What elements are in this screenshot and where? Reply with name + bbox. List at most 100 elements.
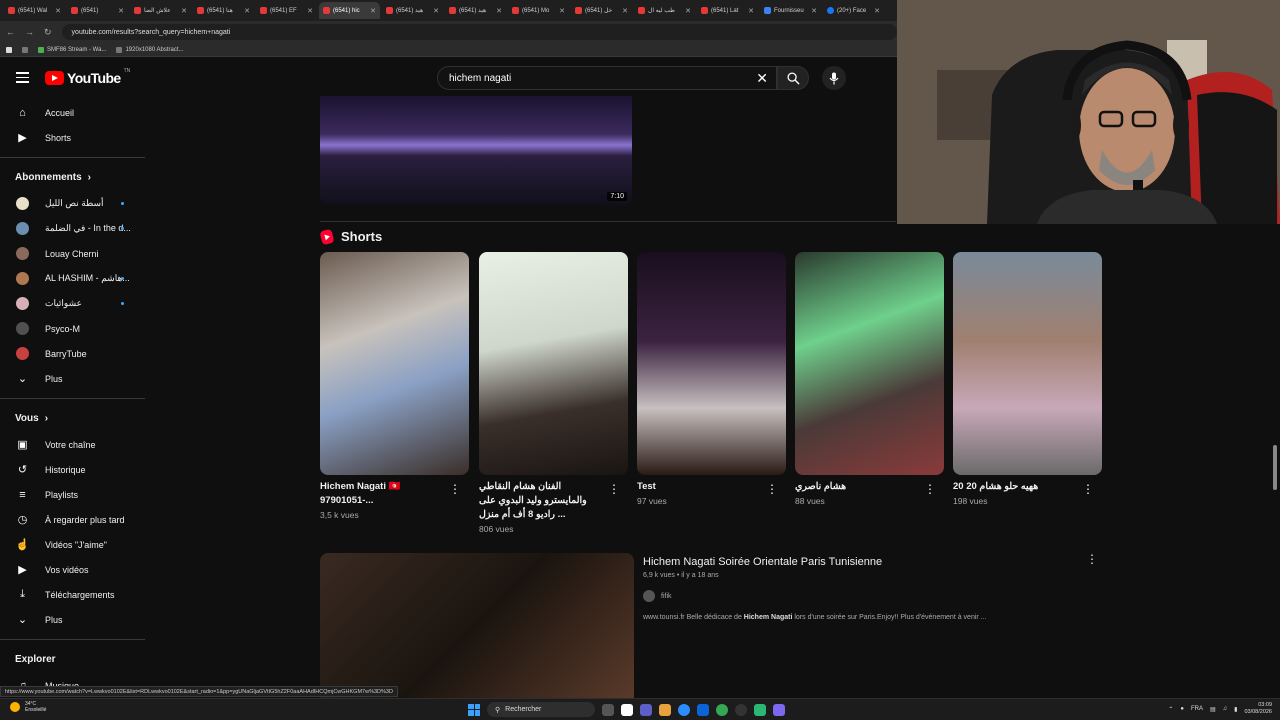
subscription-item[interactable]: عشوائيات — [0, 291, 145, 316]
close-tab-icon[interactable]: ✕ — [685, 7, 691, 15]
back-icon[interactable]: ← — [6, 27, 15, 37]
sidebar-item[interactable]: ▶ Vos vidéos — [0, 557, 145, 582]
short-thumbnail[interactable] — [795, 252, 944, 475]
channel-link[interactable]: fifik — [643, 590, 672, 602]
close-tab-icon[interactable]: ✕ — [181, 7, 187, 15]
search-button[interactable] — [777, 66, 809, 90]
browser-tab[interactable]: (6541) Wal ✕ — [4, 2, 65, 19]
chrome-icon[interactable] — [716, 703, 728, 716]
close-tab-icon[interactable]: ✕ — [811, 7, 817, 15]
sidebar-item[interactable]: ⤓ Téléchargements — [0, 582, 145, 607]
browser-tab[interactable]: (6541) ✕ — [67, 2, 128, 19]
voice-search-button[interactable] — [822, 66, 846, 90]
browser-tab[interactable]: (20+) Face ✕ — [823, 2, 884, 19]
sidebar-item[interactable]: ≡ Playlists — [0, 482, 145, 507]
subscriptions-heading[interactable]: Abonnements › — [0, 164, 145, 191]
reload-icon[interactable]: ↻ — [44, 27, 52, 38]
short-card[interactable]: Test 97 vues ⋮ — [637, 252, 786, 506]
browser-tab[interactable]: (6541) هيد ✕ — [445, 2, 506, 19]
you-heading[interactable]: Vous › — [0, 405, 145, 432]
app-icon[interactable] — [754, 703, 766, 716]
network-icon[interactable]: ▤ — [1210, 706, 1216, 713]
obs-icon[interactable] — [735, 703, 747, 716]
close-tab-icon[interactable]: ✕ — [622, 7, 628, 15]
close-tab-icon[interactable]: ✕ — [874, 7, 880, 15]
close-tab-icon[interactable]: ✕ — [118, 7, 124, 15]
sidebar-item-accueil[interactable]: ⌂ Accueil — [0, 100, 145, 125]
more-options-icon[interactable]: ⋮ — [1086, 553, 1098, 565]
short-card[interactable]: هشام ناصري 88 vues ⋮ — [795, 252, 944, 506]
browser-tab[interactable]: (6541) خل ✕ — [571, 2, 632, 19]
more-options-icon[interactable]: ⋮ — [766, 483, 778, 495]
close-tab-icon[interactable]: ✕ — [559, 7, 565, 15]
video-thumbnail[interactable]: 7:10 — [320, 96, 632, 205]
clear-search-icon[interactable]: ✕ — [756, 70, 768, 87]
menu-icon[interactable] — [16, 72, 29, 83]
mail-icon[interactable] — [697, 703, 709, 716]
subscription-item[interactable]: أسطة نص الليل — [0, 191, 145, 216]
youtube-logo[interactable]: YouTube TN — [45, 68, 130, 86]
teams-icon[interactable] — [640, 703, 652, 716]
close-tab-icon[interactable]: ✕ — [433, 7, 439, 15]
short-thumbnail[interactable] — [479, 252, 628, 475]
more-options-icon[interactable]: ⋮ — [608, 483, 620, 495]
browser-tab[interactable]: (6541) Mo ✕ — [508, 2, 569, 19]
subscriptions-more[interactable]: ⌄ Plus — [0, 366, 145, 391]
sidebar-item[interactable]: ↺ Historique — [0, 457, 145, 482]
volume-icon[interactable]: ♫ — [1223, 706, 1228, 712]
bookmark-item[interactable]: SMF86 Stream - Wa... — [38, 46, 106, 53]
page-scrollbar[interactable] — [1273, 445, 1277, 490]
more-options-icon[interactable]: ⋮ — [449, 483, 461, 495]
forward-icon[interactable]: → — [25, 27, 34, 37]
short-title[interactable]: هشام ناصري — [795, 480, 920, 494]
sidebar-item[interactable]: ⌄ Plus — [0, 607, 145, 632]
browser-tab[interactable]: (6541) hic ✕ — [319, 2, 380, 19]
close-tab-icon[interactable]: ✕ — [496, 7, 502, 15]
url-field[interactable]: youtube.com/results?search_query=hichem+… — [61, 24, 897, 40]
short-thumbnail[interactable] — [320, 252, 469, 475]
close-tab-icon[interactable]: ✕ — [55, 7, 61, 15]
short-title[interactable]: Test — [637, 480, 762, 494]
sidebar-item[interactable]: ▣ Votre chaîne — [0, 432, 145, 457]
browser-tab[interactable]: (6541) هنا ✕ — [193, 2, 254, 19]
short-card[interactable]: الفنان هشام النقاطي والمايسترو وليد البد… — [479, 252, 628, 534]
sidebar-item[interactable]: ☝ Vidéos "J'aime" — [0, 532, 145, 557]
short-title[interactable]: Hichem Nagati 🇹🇳 97901051-... — [320, 480, 445, 508]
browser-tab[interactable]: طب ليه ال ✕ — [634, 2, 695, 19]
subscription-item[interactable]: في الضلمة - In the d... — [0, 216, 145, 241]
close-tab-icon[interactable]: ✕ — [748, 7, 754, 15]
short-card[interactable]: Hichem Nagati 🇹🇳 97901051-... 3,5 k vues ⋮ — [320, 252, 469, 520]
microphone-icon[interactable]: ● — [1180, 706, 1184, 712]
video-result[interactable]: Hichem Nagati Soirée Orientale Paris Tun… — [320, 553, 1102, 698]
video-thumbnail[interactable] — [320, 553, 634, 698]
more-options-icon[interactable]: ⋮ — [1082, 483, 1094, 495]
apps-icon[interactable] — [22, 46, 28, 53]
subscription-item[interactable]: AL HASHIM - هاشم... — [0, 266, 145, 291]
weather-widget[interactable]: 34°C Ensoleillé — [10, 701, 46, 713]
short-thumbnail[interactable] — [953, 252, 1102, 475]
subscription-item[interactable]: Psyco-M — [0, 316, 145, 341]
task-view-icon[interactable] — [602, 703, 614, 716]
more-options-icon[interactable]: ⋮ — [924, 483, 936, 495]
taskbar-search[interactable]: ⚲ Rechercher — [487, 702, 595, 717]
store-icon[interactable] — [621, 703, 633, 716]
browser-tab[interactable]: (6541) EF ✕ — [256, 2, 317, 19]
short-title[interactable]: الفنان هشام النقاطي والمايسترو وليد البد… — [479, 480, 604, 522]
language-indicator[interactable]: FRA — [1191, 706, 1203, 712]
sidebar-item[interactable]: ◷ À regarder plus tard — [0, 507, 145, 532]
browser-tab[interactable]: Fournisseu ✕ — [760, 2, 821, 19]
subscription-item[interactable]: BarryTube — [0, 341, 145, 366]
short-thumbnail[interactable] — [637, 252, 786, 475]
video-title[interactable]: Hichem Nagati Soirée Orientale Paris Tun… — [643, 556, 882, 568]
short-card[interactable]: ههيه حلو هشام 20 20 198 vues ⋮ — [953, 252, 1102, 506]
close-tab-icon[interactable]: ✕ — [370, 7, 376, 15]
clock[interactable]: 03:09 03/08/2026 — [1244, 702, 1272, 716]
windows-start-icon[interactable] — [468, 703, 480, 716]
sidebar-item-shorts[interactable]: ▶ Shorts — [0, 125, 145, 150]
short-title[interactable]: ههيه حلو هشام 20 20 — [953, 480, 1078, 494]
file-explorer-icon[interactable] — [659, 703, 671, 716]
discord-icon[interactable] — [773, 703, 785, 716]
bookmark-item[interactable]: 1920x1080 Abstract... — [116, 46, 184, 53]
browser-tab[interactable]: علاش الضا ✕ — [130, 2, 191, 19]
close-tab-icon[interactable]: ✕ — [244, 7, 250, 15]
